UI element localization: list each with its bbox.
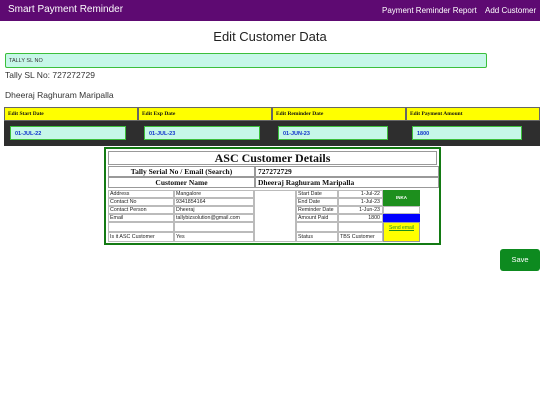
is-asc-customer-value: Yes (174, 232, 254, 242)
reminder-date-value: 1-Jun-23 (338, 206, 383, 214)
name-row: Customer Name Dheeraj Raghuram Maripalla (108, 177, 439, 188)
save-button[interactable]: Save (500, 249, 540, 271)
edit-reminder-date-label: Edit Reminder Date (272, 107, 406, 121)
nav-link-payment-reminder-report[interactable]: Payment Reminder Report (382, 6, 477, 15)
reminder-date-label: Reminder Date (296, 206, 338, 214)
edit-start-date-cell: Edit Start Date 01-JUL-22 (4, 107, 138, 146)
details-grid: Address Mangalore Contact No 9341854164 … (108, 190, 437, 243)
edit-payment-amount-input[interactable]: 1800 (412, 126, 522, 140)
status-value: TBS Customer (338, 232, 383, 242)
edit-start-date-input[interactable]: 01-JUL-22 (10, 126, 126, 140)
customer-name-value: Dheeraj Raghuram Maripalla (255, 177, 439, 188)
amount-paid-value: 1800 (338, 214, 383, 222)
indicator-blank-cell (383, 206, 420, 214)
serial-value: 727272729 (255, 166, 439, 177)
send-email-link[interactable]: Send email (384, 225, 419, 231)
address-label: Address (108, 190, 174, 198)
edit-exp-date-cell: Edit Exp Date 01-JUL-23 (138, 107, 272, 146)
edit-exp-date-label: Edit Exp Date (138, 107, 272, 121)
edit-fields-bar: Edit Start Date 01-JUL-22 Edit Exp Date … (0, 107, 540, 146)
spacer-column (254, 190, 296, 242)
serial-label: Tally Serial No / Email (Search) (108, 166, 255, 177)
serial-row: Tally Serial No / Email (Search) 7272727… (108, 166, 439, 177)
brand-title[interactable]: Smart Payment Reminder (8, 4, 123, 15)
blank-label (108, 222, 174, 232)
inka-badge: INKA (383, 190, 420, 206)
amount-indicator-blue (383, 214, 420, 222)
contact-no-value: 9341854164 (174, 198, 254, 206)
blank-value (174, 222, 254, 232)
start-date-label: Start Date (296, 190, 338, 198)
blank-right-value (338, 222, 383, 232)
tally-sl-text: Tally SL No: 727272729 (5, 70, 95, 80)
report-title: ASC Customer Details (108, 151, 437, 165)
page-title: Edit Customer Data (213, 29, 327, 44)
send-email-cell: Send email (383, 222, 420, 242)
end-date-value: 1-Jul-23 (338, 198, 383, 206)
email-label: Email (108, 214, 174, 222)
edit-reminder-date-input[interactable]: 01-JUN-23 (278, 126, 388, 140)
amount-paid-label: Amount Paid (296, 214, 338, 222)
edit-start-date-label: Edit Start Date (4, 107, 138, 121)
end-date-label: End Date (296, 198, 338, 206)
edit-exp-date-input[interactable]: 01-JUL-23 (144, 126, 260, 140)
tally-sl-search-input[interactable]: TALLY SL NO (5, 53, 487, 68)
email-value: tallybizsolution@gmail.com (174, 214, 254, 222)
customer-name-label: Customer Name (108, 177, 255, 188)
navbar: Smart Payment Reminder Payment Reminder … (0, 0, 540, 21)
contact-person-value: Dheeraj (174, 206, 254, 214)
customer-details-panel: ASC Customer Details Tally Serial No / E… (104, 147, 441, 245)
start-date-value: 1-Jul-22 (338, 190, 383, 198)
customer-name-text: Dheeraj Raghuram Maripalla (5, 90, 114, 100)
nav-link-add-customer[interactable]: Add Customer (485, 6, 536, 15)
contact-person-label: Contact Person (108, 206, 174, 214)
edit-payment-amount-label: Edit Payment Amount (406, 107, 540, 121)
status-label: Status (296, 232, 338, 242)
contact-no-label: Contact No (108, 198, 174, 206)
edit-reminder-date-cell: Edit Reminder Date 01-JUN-23 (272, 107, 406, 146)
edit-payment-amount-cell: Edit Payment Amount 1800 (406, 107, 540, 146)
is-asc-customer-label: Is it ASC Customer (108, 232, 174, 242)
blank-right-label (296, 222, 338, 232)
address-value: Mangalore (174, 190, 254, 198)
